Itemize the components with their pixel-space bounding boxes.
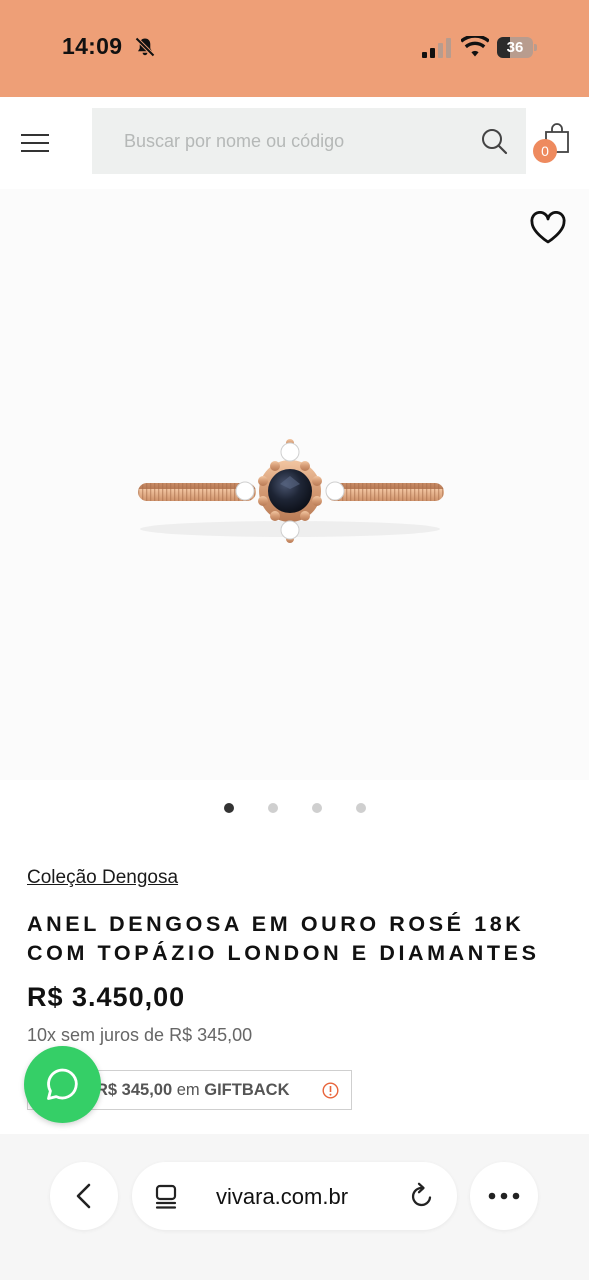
battery-indicator: 36	[497, 37, 537, 58]
product-price: R$ 3.450,00	[27, 982, 186, 1012]
whatsapp-icon	[47, 1068, 78, 1100]
url-text[interactable]: vivara.com.br	[216, 1184, 348, 1210]
heart-icon[interactable]	[529, 211, 567, 245]
back-button[interactable]	[50, 1162, 118, 1230]
search-box	[92, 108, 526, 174]
tabs-icon[interactable]	[152, 1182, 180, 1210]
collection-link[interactable]: Coleção Dengosa	[27, 867, 178, 889]
status-time: 14:09	[62, 33, 123, 59]
browser-toolbar: vivara.com.br	[0, 1134, 589, 1280]
bell-slash-icon	[135, 37, 155, 57]
giftback-text: R$ 345,00 em GIFTBACK	[96, 1081, 290, 1100]
product-gallery[interactable]	[0, 189, 589, 780]
carousel-dot[interactable]	[312, 803, 322, 813]
wifi-icon	[461, 36, 489, 57]
giftback-amount: R$ 345,00	[96, 1081, 173, 1099]
product-title-line: ANEL DENGOSA EM OURO ROSÉ 18K	[27, 912, 525, 936]
ring-image	[138, 439, 444, 543]
address-bar[interactable]: vivara.com.br	[132, 1162, 457, 1230]
info-icon[interactable]	[322, 1082, 339, 1099]
chevron-left-icon	[76, 1183, 91, 1209]
carousel-dot[interactable]	[268, 803, 278, 813]
bag-count-badge: 0	[533, 139, 557, 163]
whatsapp-button[interactable]	[24, 1046, 101, 1123]
more-options-button[interactable]	[470, 1162, 538, 1230]
cellular-signal-icon	[422, 38, 451, 58]
shopping-bag-button[interactable]: 0	[533, 122, 573, 166]
product-title-line: COM TOPÁZIO LONDON E DIAMANTES	[27, 941, 540, 965]
hamburger-menu-icon[interactable]	[20, 132, 50, 154]
giftback-word: em	[176, 1081, 200, 1099]
carousel-dot[interactable]	[224, 803, 234, 813]
reload-icon[interactable]	[408, 1182, 436, 1210]
carousel-dots	[0, 803, 589, 815]
giftback-label: GIFTBACK	[204, 1081, 290, 1099]
site-header: 0	[0, 97, 589, 189]
page: 14:09 36 Buscar por nome ou código 0 Col…	[0, 0, 589, 1280]
more-icon	[488, 1192, 520, 1200]
product-title: ANEL DENGOSA EM OURO ROSÉ 18K COM TOPÁZI…	[27, 910, 577, 968]
search-input[interactable]	[92, 108, 472, 174]
installments-text: 10x sem juros de R$ 345,00	[27, 1025, 253, 1045]
status-bar: 14:09 36	[0, 0, 589, 97]
carousel-dot[interactable]	[356, 803, 366, 813]
search-icon[interactable]	[480, 127, 508, 155]
battery-percent: 36	[506, 39, 524, 56]
